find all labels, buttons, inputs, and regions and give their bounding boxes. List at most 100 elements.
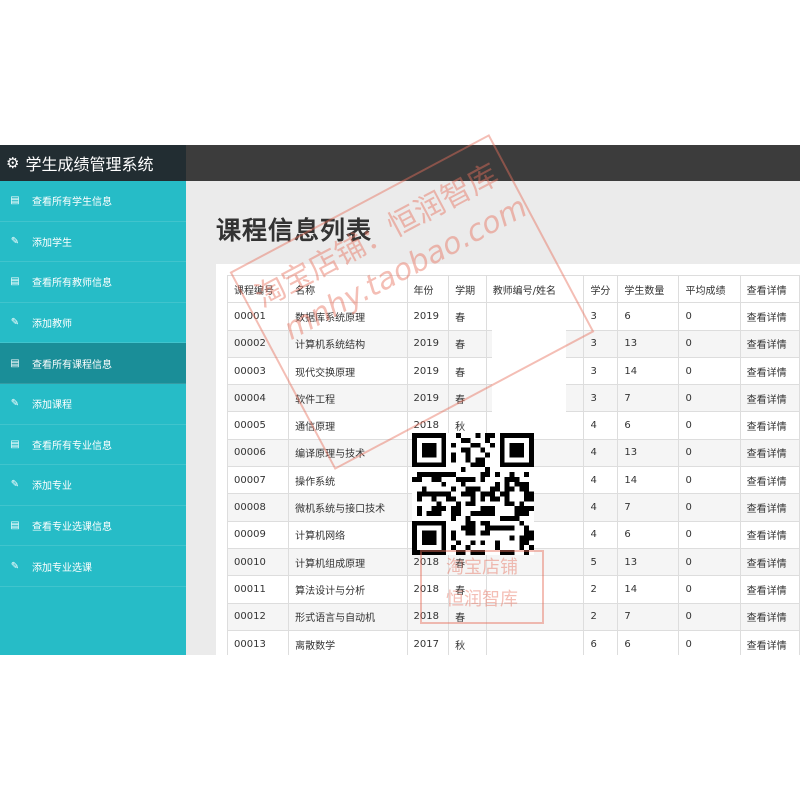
view-detail-link[interactable]: 查看详情 — [739, 411, 800, 440]
view-detail-link[interactable]: 查看详情 — [739, 602, 800, 631]
table-cell — [485, 466, 585, 495]
top-navbar — [186, 145, 800, 181]
view-detail-link[interactable]: 查看详情 — [739, 329, 800, 358]
table-cell: 2018 — [406, 602, 450, 631]
table-cell: 春 — [448, 547, 487, 577]
table-cell: 0 — [678, 493, 741, 522]
table-cell: 计算机网络 — [288, 520, 408, 549]
table-header-row: 课程编号 名称 年份 学期 教师编号/姓名 学分 学生数量 平均成绩 查看详情 — [226, 274, 800, 304]
table-cell: 0 — [678, 602, 741, 631]
table-cell: 14 — [617, 466, 680, 495]
table-cell: 7 — [617, 602, 680, 631]
table-cell: 13 — [617, 438, 680, 468]
table-cell: 0 — [678, 520, 741, 549]
app-window: ⚙ 学生成绩管理系统 ▤ 查看所有学生信息 ✎ 添加学生 ▤ 查看所有教师信息 … — [0, 145, 800, 655]
sidebar-item-label: 查看所有专业信息 — [32, 440, 112, 452]
table-cell: 4 — [583, 493, 619, 522]
table-cell: 秋 — [448, 411, 487, 440]
gear-icon: ⚙ — [6, 154, 20, 172]
table-cell: 2019 — [406, 302, 450, 331]
view-detail-link[interactable]: 查看详情 — [739, 356, 800, 386]
table-row: 00012 形式语言与自动机 2018 春 2 7 0 查看详情 — [226, 602, 800, 631]
table-cell: 春 — [448, 602, 487, 631]
table-row: 00013 离散数学 2017 秋 6 6 0 查看详情 — [226, 629, 800, 655]
table-cell: 6 — [583, 629, 619, 655]
list-icon: ▤ — [10, 520, 20, 532]
table-row: 00008 微机系统与接口技术 4 7 0 查看详情 — [226, 493, 800, 522]
table-cell: 00008 — [226, 493, 290, 522]
table-cell — [448, 466, 487, 495]
table-row: 00006 编译原理与技术 4 13 0 查看详情 — [226, 438, 800, 468]
table-cell: 14 — [617, 356, 680, 386]
view-detail-link[interactable]: 查看详情 — [739, 575, 800, 604]
view-detail-link[interactable]: 查看详情 — [739, 466, 800, 495]
table-cell: 计算机组成原理 — [288, 547, 408, 577]
table-cell: 0 — [678, 356, 741, 386]
sidebar-item-view-courses[interactable]: ▤ 查看所有课程信息 — [0, 343, 186, 384]
table-cell — [406, 466, 450, 495]
table-cell: 形式语言与自动机 — [288, 602, 408, 631]
table-cell: 3 — [583, 329, 619, 358]
edit-icon: ✎ — [10, 235, 20, 247]
sidebar-item-add-student[interactable]: ✎ 添加学生 — [0, 222, 186, 263]
column-header: 平均成绩 — [678, 274, 741, 304]
sidebar-item-label: 添加学生 — [32, 237, 72, 249]
app-title: 学生成绩管理系统 — [25, 155, 154, 174]
sidebar-item-add-teacher[interactable]: ✎ 添加教师 — [0, 303, 186, 344]
table-cell: 春 — [448, 356, 487, 386]
sidebar-item-add-major-course[interactable]: ✎ 添加专业选课 — [0, 546, 186, 587]
table-cell: 0 — [678, 302, 741, 331]
table-cell: 通信原理 — [288, 411, 408, 440]
table-cell: 0 — [678, 575, 741, 604]
view-detail-link[interactable]: 查看详情 — [739, 302, 800, 331]
column-header: 学期 — [448, 274, 487, 304]
table-cell — [485, 547, 585, 577]
sidebar-item-label: 添加课程 — [32, 400, 72, 412]
view-detail-link[interactable]: 查看详情 — [739, 547, 800, 577]
table-cell: 操作系统 — [288, 466, 408, 495]
view-detail-link[interactable]: 查看详情 — [739, 520, 800, 549]
table-cell — [485, 629, 585, 655]
table-cell — [485, 575, 585, 604]
table-cell: 00006 — [226, 438, 290, 468]
sidebar: ▤ 查看所有学生信息 ✎ 添加学生 ▤ 查看所有教师信息 ✎ 添加教师 ▤ 查看… — [0, 181, 186, 655]
list-icon: ▤ — [10, 357, 20, 369]
sidebar-item-label: 添加专业 — [32, 481, 72, 493]
list-icon: ▤ — [10, 195, 20, 207]
table-row: 00007 操作系统 4 14 0 查看详情 — [226, 466, 800, 495]
sidebar-item-view-teachers[interactable]: ▤ 查看所有教师信息 — [0, 262, 186, 303]
table-cell: 00005 — [226, 411, 290, 440]
table-cell: 00009 — [226, 520, 290, 549]
list-icon: ▤ — [10, 276, 20, 288]
table-cell: 6 — [617, 302, 680, 331]
table-cell: 00013 — [226, 629, 290, 655]
table-cell: 春 — [448, 302, 487, 331]
view-detail-link[interactable]: 查看详情 — [739, 493, 800, 522]
sidebar-item-add-course[interactable]: ✎ 添加课程 — [0, 384, 186, 425]
table-cell: 2018 — [406, 411, 450, 440]
table-cell: 4 — [583, 466, 619, 495]
sidebar-item-view-majors[interactable]: ▤ 查看所有专业信息 — [0, 425, 186, 466]
table-cell: 0 — [678, 629, 741, 655]
table-cell: 00010 — [226, 547, 290, 577]
table-cell: 00001 — [226, 302, 290, 331]
view-detail-link[interactable]: 查看详情 — [739, 438, 800, 468]
sidebar-item-view-students[interactable]: ▤ 查看所有学生信息 — [0, 181, 186, 222]
table-cell: 算法设计与分析 — [288, 575, 408, 604]
column-header: 教师编号/姓名 — [485, 274, 585, 304]
brand-header[interactable]: ⚙ 学生成绩管理系统 — [0, 145, 186, 181]
table-cell: 软件工程 — [288, 384, 408, 413]
view-detail-link[interactable]: 查看详情 — [739, 384, 800, 413]
sidebar-item-add-major[interactable]: ✎ 添加专业 — [0, 465, 186, 506]
column-header: 年份 — [406, 274, 450, 304]
column-header: 学分 — [583, 274, 619, 304]
table-cell: 6 — [617, 520, 680, 549]
sidebar-item-label: 查看所有课程信息 — [32, 359, 112, 371]
table-cell: 6 — [617, 629, 680, 655]
table-cell: 现代交换原理 — [288, 356, 408, 386]
table-cell: 00011 — [226, 575, 290, 604]
view-detail-link[interactable]: 查看详情 — [739, 629, 800, 655]
table-cell: 2018 — [406, 547, 450, 577]
sidebar-item-view-major-courses[interactable]: ▤ 查看专业选课信息 — [0, 506, 186, 547]
table-cell: 春 — [448, 575, 487, 604]
